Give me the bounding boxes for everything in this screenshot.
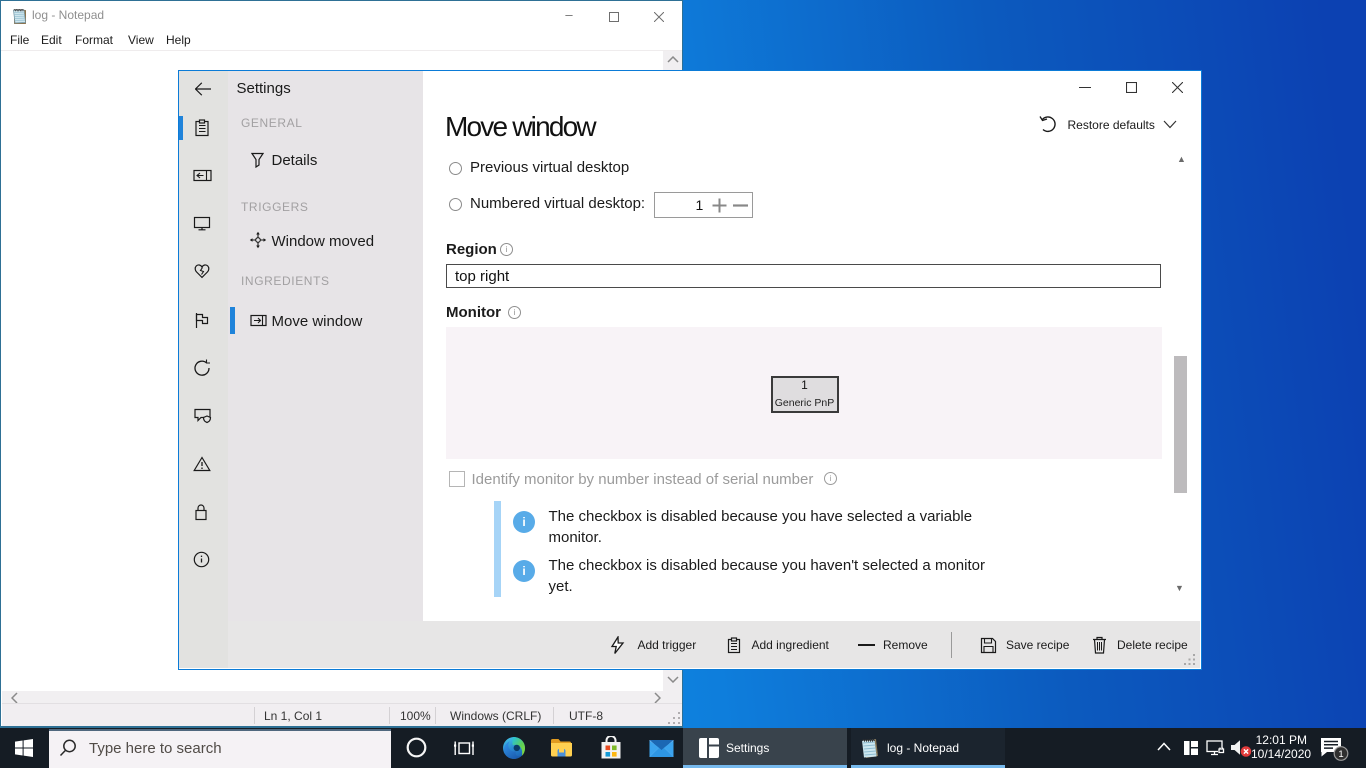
svg-text:1: 1 — [1338, 749, 1343, 760]
